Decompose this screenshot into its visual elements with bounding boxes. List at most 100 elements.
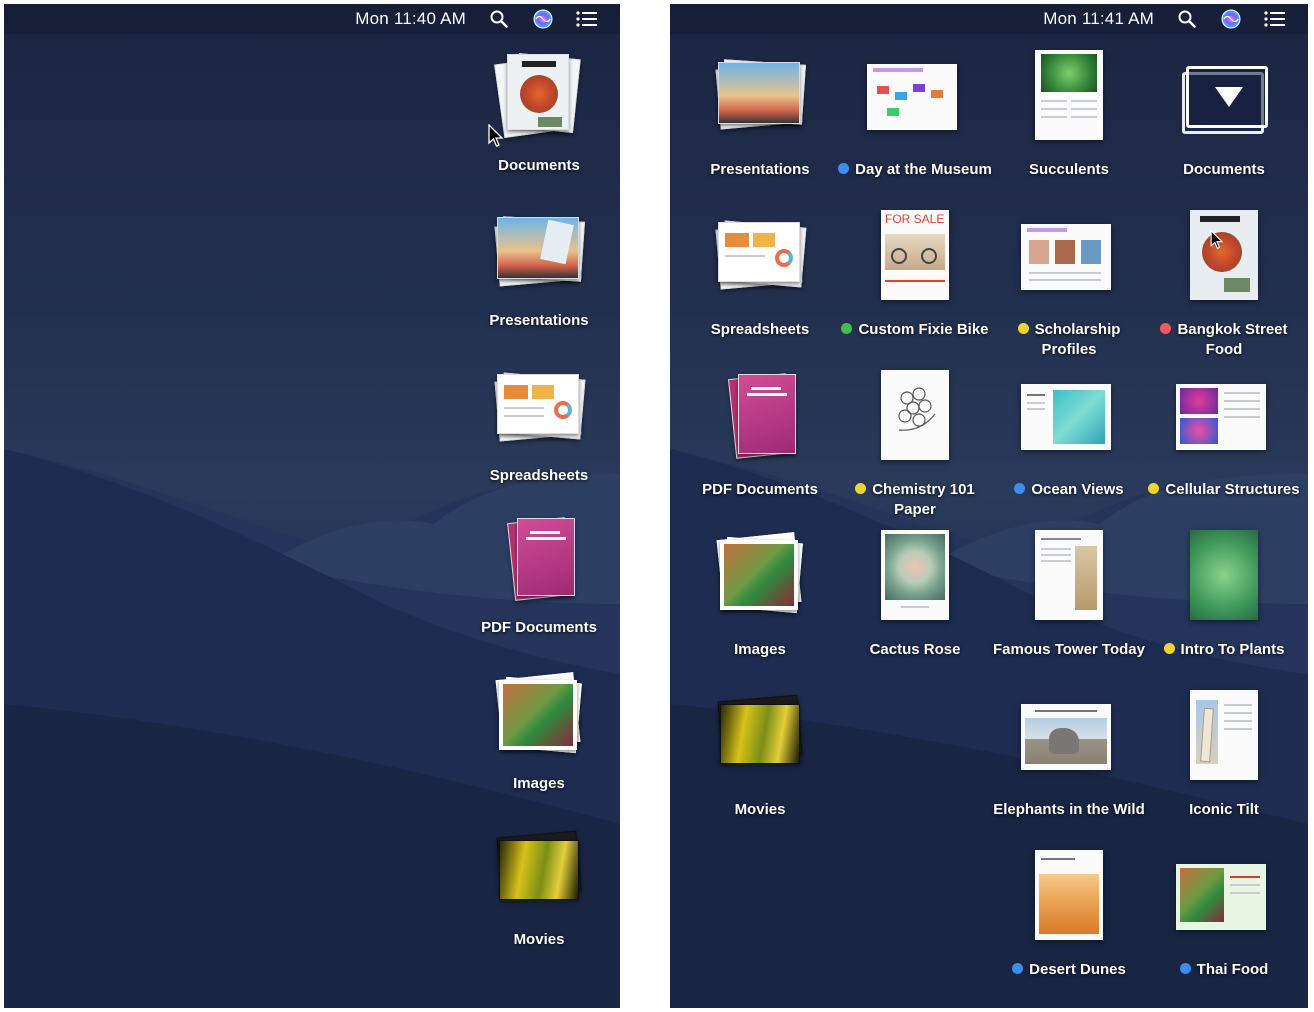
file-thumbnail bbox=[1174, 690, 1274, 786]
item-label-text: Iconic Tilt bbox=[1189, 801, 1259, 818]
stack-movies[interactable]: Movies bbox=[462, 826, 616, 950]
menu-bar: Mon 11:40 AM bbox=[4, 4, 620, 34]
stack-spreadsheets[interactable]: Spreadsheets bbox=[683, 216, 837, 340]
siri-icon[interactable] bbox=[532, 8, 554, 30]
stack-spreadsheets-thumbnail bbox=[710, 216, 810, 306]
file-cellular-structures[interactable]: Cellular Structures bbox=[1147, 376, 1301, 500]
item-label-text: Documents bbox=[1183, 161, 1265, 178]
stack-images[interactable]: Images bbox=[683, 532, 837, 660]
notification-center-icon[interactable] bbox=[1264, 8, 1286, 30]
stack-movies-thumbnail bbox=[710, 694, 810, 786]
stack-pdf-documents[interactable]: PDF Documents bbox=[683, 373, 837, 500]
item-label: PDF Documents bbox=[683, 480, 837, 500]
file-thumbnail bbox=[1019, 376, 1119, 466]
file-thumbnail bbox=[1174, 530, 1274, 626]
stack-label: Movies bbox=[513, 931, 565, 948]
file-intro-to-plants[interactable]: Intro To Plants bbox=[1147, 530, 1301, 660]
stack-label: PDF Documents bbox=[481, 619, 597, 636]
stack-documents[interactable]: Documents bbox=[462, 52, 616, 176]
file-thumbnail bbox=[865, 530, 965, 626]
stack-spreadsheets[interactable]: Spreadsheets bbox=[462, 362, 616, 486]
item-label-text: Cellular Structures bbox=[1165, 481, 1300, 498]
item-label: Documents bbox=[1147, 160, 1301, 180]
file-thumbnail bbox=[865, 370, 965, 466]
item-label-text: Presentations bbox=[710, 161, 810, 178]
tag-dot bbox=[841, 323, 853, 334]
item-label: Movies bbox=[683, 800, 837, 820]
file-elephants-in-the-wild[interactable]: Elephants in the Wild bbox=[992, 696, 1146, 820]
tag-dot bbox=[1012, 963, 1024, 974]
item-label-text: Elephants in the Wild bbox=[993, 801, 1145, 818]
item-label-text: Images bbox=[734, 641, 786, 658]
file-thumbnail: FOR SALE bbox=[865, 210, 965, 306]
stack-images-thumbnail bbox=[489, 670, 589, 760]
stack-presentations-thumbnail bbox=[710, 56, 810, 146]
item-label-text: Chemistry 101 Paper bbox=[872, 481, 975, 518]
search-icon[interactable] bbox=[488, 8, 510, 30]
stack-presentations[interactable]: Presentations bbox=[462, 207, 616, 331]
file-custom-fixie-bike[interactable]: FOR SALE Custom Fixie Bike bbox=[838, 210, 992, 340]
file-desert-dunes[interactable]: Desert Dunes bbox=[992, 850, 1146, 980]
file-thumbnail bbox=[1019, 530, 1119, 626]
item-label: Ocean Views bbox=[992, 480, 1146, 500]
file-cactus-rose[interactable]: Cactus Rose bbox=[838, 530, 992, 660]
menu-clock[interactable]: Mon 11:40 AM bbox=[355, 9, 466, 29]
tag-dot bbox=[1179, 963, 1191, 974]
file-chemistry-101-paper[interactable]: Chemistry 101 Paper bbox=[838, 370, 992, 520]
stack-documents-expanded[interactable]: Documents bbox=[1147, 56, 1301, 180]
siri-icon[interactable] bbox=[1220, 8, 1242, 30]
stack-pdf-documents-thumbnail bbox=[710, 373, 810, 466]
item-label-text: Thai Food bbox=[1196, 961, 1269, 978]
stack-presentations-thumbnail bbox=[489, 207, 589, 297]
item-label-text: Bangkok Street Food bbox=[1177, 321, 1288, 358]
file-iconic-tilt[interactable]: Iconic Tilt bbox=[1147, 690, 1301, 820]
stack-images-thumbnail bbox=[710, 532, 810, 626]
stack-movies[interactable]: Movies bbox=[683, 694, 837, 820]
file-bangkok-street-food[interactable]: Bangkok Street Food bbox=[1147, 210, 1301, 360]
mouse-pointer-icon bbox=[1210, 230, 1224, 250]
file-thai-food[interactable]: Thai Food bbox=[1147, 856, 1301, 980]
desktop-right: Mon 11:41 AM Presentations Day at the Mu… bbox=[670, 4, 1308, 1008]
tag-dot bbox=[1014, 483, 1026, 494]
item-label-text: Custom Fixie Bike bbox=[858, 321, 989, 338]
item-label: Iconic Tilt bbox=[1147, 800, 1301, 820]
item-label-text: Movies bbox=[734, 801, 786, 818]
tag-dot bbox=[1160, 323, 1172, 334]
tag-dot bbox=[838, 163, 850, 174]
file-thumbnail bbox=[1174, 376, 1274, 466]
item-label-text: Day at the Museum bbox=[855, 161, 992, 178]
item-label-text: PDF Documents bbox=[702, 481, 818, 498]
file-ocean-views[interactable]: Ocean Views bbox=[992, 376, 1146, 500]
stack-pdf-documents-thumbnail bbox=[489, 514, 589, 604]
file-thumbnail bbox=[1174, 210, 1274, 306]
notification-center-icon[interactable] bbox=[576, 8, 598, 30]
item-label: Famous Tower Today bbox=[992, 640, 1146, 660]
tag-dot bbox=[1163, 643, 1175, 654]
file-famous-tower-today[interactable]: Famous Tower Today bbox=[992, 530, 1146, 660]
tag-dot bbox=[1148, 483, 1160, 494]
file-succulents[interactable]: Succulents bbox=[992, 50, 1146, 180]
stack-label: Presentations bbox=[489, 312, 589, 329]
item-label: Chemistry 101 Paper bbox=[838, 480, 992, 520]
item-label: Images bbox=[683, 640, 837, 660]
item-label: Cellular Structures bbox=[1147, 480, 1301, 500]
file-thumbnail bbox=[1019, 50, 1119, 146]
menu-clock[interactable]: Mon 11:41 AM bbox=[1043, 9, 1154, 29]
item-label: Succulents bbox=[992, 160, 1146, 180]
item-label: Spreadsheets bbox=[683, 320, 837, 340]
item-label-text: Famous Tower Today bbox=[993, 641, 1145, 658]
stack-images[interactable]: Images bbox=[462, 670, 616, 794]
item-label-text: Intro To Plants bbox=[1180, 641, 1285, 658]
thumbnail-title: FOR SALE bbox=[885, 212, 945, 226]
item-label: Day at the Museum bbox=[838, 160, 992, 180]
file-thumbnail bbox=[1019, 216, 1119, 306]
file-scholarship-profiles[interactable]: Scholarship Profiles bbox=[992, 216, 1146, 360]
search-icon[interactable] bbox=[1176, 8, 1198, 30]
item-label-text: Spreadsheets bbox=[710, 321, 810, 338]
item-label: Elephants in the Wild bbox=[992, 800, 1146, 820]
stack-presentations[interactable]: Presentations bbox=[683, 56, 837, 180]
file-day-at-the-museum[interactable]: Day at the Museum bbox=[838, 56, 992, 180]
file-thumbnail bbox=[865, 56, 965, 146]
stack-pdf-documents[interactable]: PDF Documents bbox=[462, 514, 616, 638]
item-label-text: Desert Dunes bbox=[1029, 961, 1126, 978]
